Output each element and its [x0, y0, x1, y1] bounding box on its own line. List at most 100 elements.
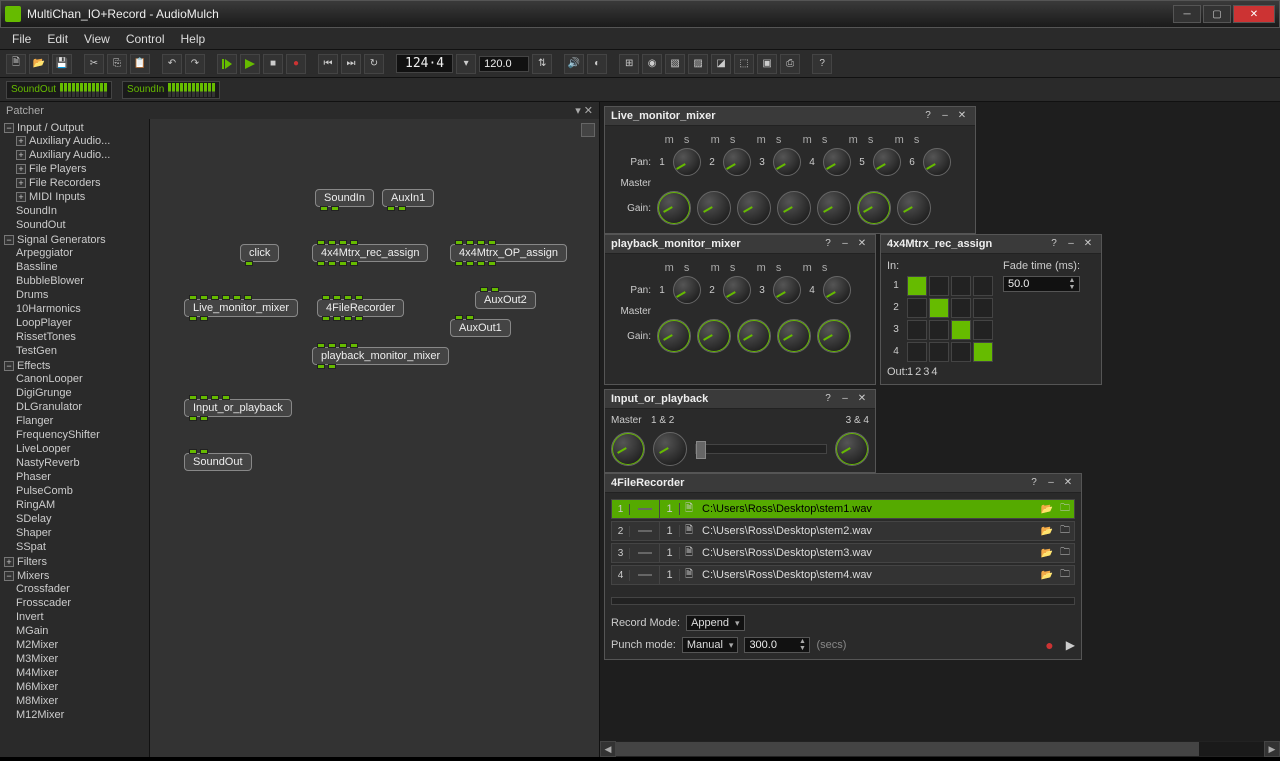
record-mode-select[interactable]: Append — [686, 615, 744, 631]
matrix-cell-1-4[interactable] — [973, 276, 993, 296]
pan-knob-2[interactable] — [723, 148, 751, 176]
panel-help-icon[interactable]: ? — [821, 392, 835, 406]
soundout-meter[interactable]: SoundOut — [6, 81, 112, 99]
matrix-cell-3-2[interactable] — [929, 320, 949, 340]
file-row[interactable]: 11🗎C:\Users\Ross\Desktop\stem1.wav📂🗀 — [611, 499, 1075, 519]
tree-item[interactable]: SDelay — [16, 512, 147, 526]
tree-item[interactable]: PulseComb — [16, 484, 147, 498]
tree-item[interactable]: Bassline — [16, 260, 147, 274]
tempo-spin-icon[interactable]: ⇅ — [532, 54, 552, 74]
node-live-mixer[interactable]: Live_monitor_mixer — [184, 299, 298, 317]
new-icon[interactable]: 🗎 — [6, 54, 26, 74]
panel-close-icon[interactable]: ✕ — [855, 392, 869, 406]
tree-item[interactable]: RissetTones — [16, 330, 147, 344]
node-click[interactable]: click — [240, 244, 279, 262]
paste-icon[interactable]: 📋 — [130, 54, 150, 74]
tree-item[interactable]: 10Harmonics — [16, 302, 147, 316]
panel-close-icon[interactable]: ✕ — [855, 237, 869, 251]
menu-edit[interactable]: Edit — [39, 30, 76, 48]
tool4-icon[interactable]: ▨ — [688, 54, 708, 74]
tree-item[interactable]: Frosscader — [16, 596, 147, 610]
browse-icon[interactable]: 📂 — [1038, 504, 1056, 515]
panel-min-icon[interactable]: – — [1044, 476, 1058, 490]
gain-knob-1[interactable] — [697, 191, 731, 225]
gain-knob-3[interactable] — [777, 191, 811, 225]
tree-item[interactable]: Crossfader — [16, 582, 147, 596]
tree-item[interactable]: +Auxiliary Audio... — [16, 134, 147, 148]
audio-icon[interactable]: 🔊 — [564, 54, 584, 74]
maximize-button[interactable]: ▢ — [1203, 5, 1231, 23]
node-filerecorder[interactable]: 4FileRecorder — [317, 299, 404, 317]
loop-icon[interactable]: ↻ — [364, 54, 384, 74]
folder-icon[interactable]: 🗀 — [1056, 545, 1074, 562]
node-soundout[interactable]: SoundOut — [184, 453, 252, 471]
tree-item[interactable]: LoopPlayer — [16, 316, 147, 330]
panel-help-icon[interactable]: ? — [921, 109, 935, 123]
play-start-icon[interactable] — [217, 54, 237, 74]
pan-knob-3[interactable] — [773, 148, 801, 176]
tree-item[interactable]: M8Mixer — [16, 694, 147, 708]
tree-item[interactable]: SoundOut — [16, 218, 147, 232]
recorder-rec-icon[interactable]: ● — [1045, 637, 1053, 653]
tool3-icon[interactable]: ▧ — [665, 54, 685, 74]
minimize-button[interactable]: ─ — [1173, 5, 1201, 23]
matrix-cell-3-3[interactable] — [951, 320, 971, 340]
pan-knob-2[interactable] — [723, 276, 751, 304]
copy-icon[interactable]: ⎘ — [107, 54, 127, 74]
tree-item[interactable]: NastyReverb — [16, 456, 147, 470]
file-row[interactable]: 31🗎C:\Users\Ross\Desktop\stem3.wav📂🗀 — [611, 543, 1075, 563]
tree-item[interactable]: TestGen — [16, 344, 147, 358]
tree-item[interactable]: Invert — [16, 610, 147, 624]
matrix-cell-2-4[interactable] — [973, 298, 993, 318]
pan-knob-5[interactable] — [873, 148, 901, 176]
matrix-cell-2-2[interactable] — [929, 298, 949, 318]
contraption-tree[interactable]: −Input / Output +Auxiliary Audio...+Auxi… — [0, 119, 150, 757]
horizontal-scrollbar[interactable]: ◀▶ — [600, 741, 1280, 757]
matrix-cell-4-3[interactable] — [951, 342, 971, 362]
master-knob-2[interactable] — [653, 432, 687, 466]
master-knob-1[interactable] — [611, 432, 645, 466]
undo-icon[interactable]: ↶ — [162, 54, 182, 74]
pan-knob-4[interactable] — [823, 276, 851, 304]
tool1-icon[interactable]: ⊞ — [619, 54, 639, 74]
tree-item[interactable]: Phaser — [16, 470, 147, 484]
tree-item[interactable]: Drums — [16, 288, 147, 302]
tree-item[interactable]: M4Mixer — [16, 666, 147, 680]
tree-item[interactable]: SoundIn — [16, 204, 147, 218]
soundin-meter[interactable]: SoundIn — [122, 81, 220, 99]
pan-knob-3[interactable] — [773, 276, 801, 304]
tree-item[interactable]: +File Recorders — [16, 176, 147, 190]
file-row[interactable]: 21🗎C:\Users\Ross\Desktop\stem2.wav📂🗀 — [611, 521, 1075, 541]
tree-item[interactable]: +Auxiliary Audio... — [16, 148, 147, 162]
matrix-cell-1-2[interactable] — [929, 276, 949, 296]
crossfade-slider[interactable] — [695, 444, 827, 454]
gain-knob-4[interactable] — [817, 319, 851, 353]
close-button[interactable]: ✕ — [1233, 5, 1275, 23]
matrix-cell-4-4[interactable] — [973, 342, 993, 362]
node-op-assign[interactable]: 4x4Mtrx_OP_assign — [450, 244, 567, 262]
tree-item[interactable]: SSpat — [16, 540, 147, 554]
fade-time-input[interactable]: ▲▼ — [1003, 276, 1080, 292]
punch-time-input[interactable]: ▲▼ — [744, 637, 810, 653]
matrix-cell-2-3[interactable] — [951, 298, 971, 318]
panel-help-icon[interactable]: ? — [821, 237, 835, 251]
tree-item[interactable]: Flanger — [16, 414, 147, 428]
tree-item[interactable]: Arpeggiator — [16, 246, 147, 260]
node-playback-mixer[interactable]: playback_monitor_mixer — [312, 347, 449, 365]
tree-item[interactable]: M3Mixer — [16, 652, 147, 666]
folder-icon[interactable]: 🗀 — [1056, 567, 1074, 584]
redo-icon[interactable]: ↷ — [185, 54, 205, 74]
tree-item[interactable]: M2Mixer — [16, 638, 147, 652]
gain-knob-3[interactable] — [777, 319, 811, 353]
patcher-canvas[interactable]: SoundIn AuxIn1 click 4x4Mtrx_rec_assign … — [150, 119, 599, 757]
panel-help-icon[interactable]: ? — [1047, 237, 1061, 251]
master-gain-knob[interactable] — [657, 191, 691, 225]
node-input-or-playback[interactable]: Input_or_playback — [184, 399, 292, 417]
prev-icon[interactable]: ⏮ — [318, 54, 338, 74]
panel-help-icon[interactable]: ? — [1027, 476, 1041, 490]
folder-icon[interactable]: 🗀 — [1056, 523, 1074, 540]
node-auxin1[interactable]: AuxIn1 — [382, 189, 434, 207]
record-icon[interactable]: ● — [286, 54, 306, 74]
panel-min-icon[interactable]: – — [838, 392, 852, 406]
browse-icon[interactable]: 📂 — [1038, 570, 1056, 581]
